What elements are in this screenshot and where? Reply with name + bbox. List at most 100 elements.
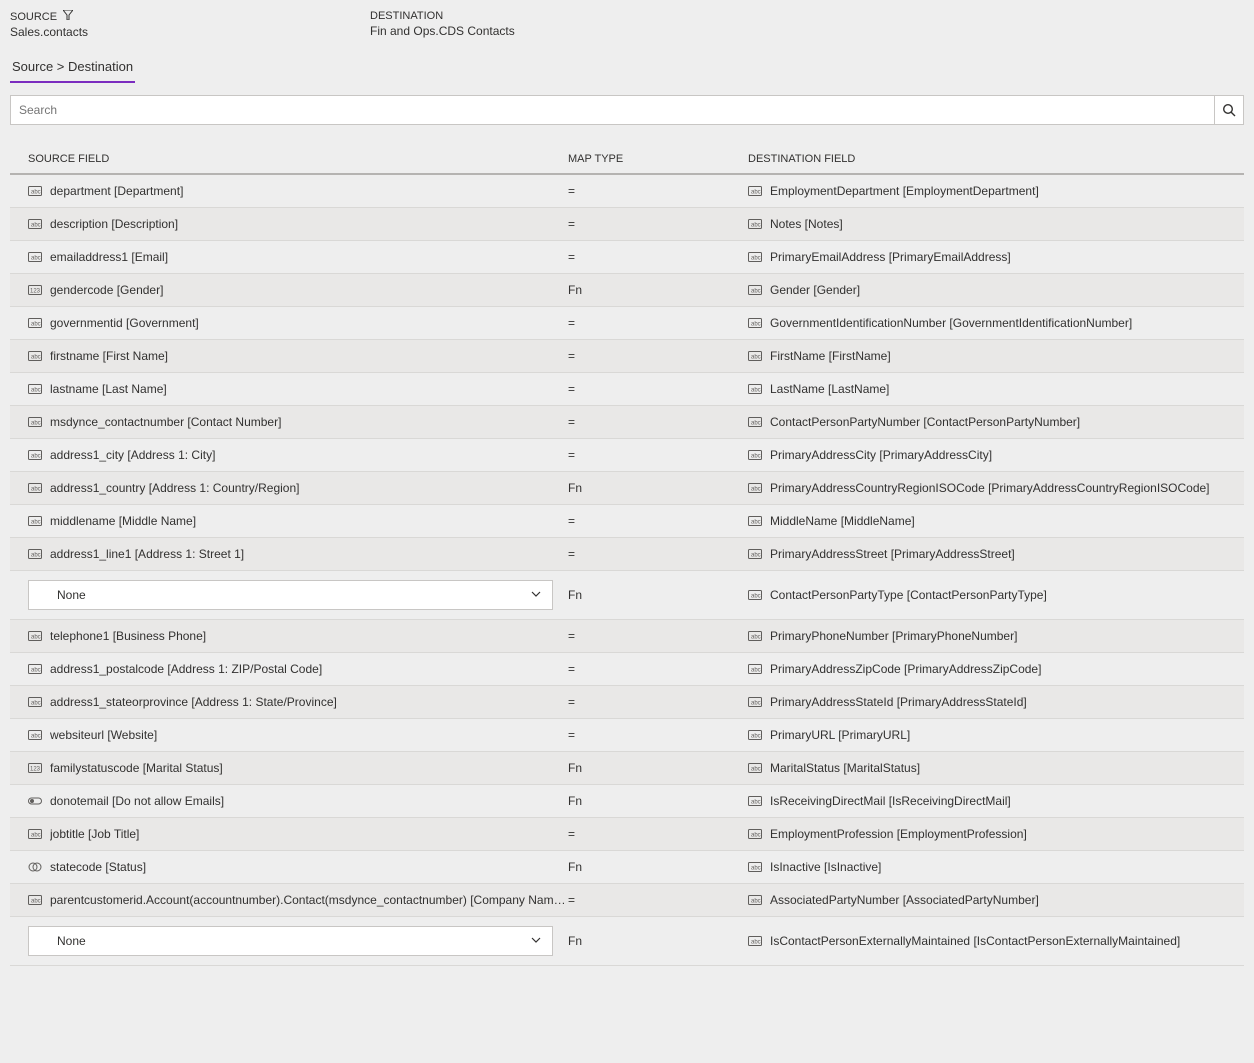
- map-type[interactable]: =: [568, 448, 748, 462]
- dest-field-label: PrimaryAddressStreet [PrimaryAddressStre…: [770, 547, 1015, 561]
- table-row[interactable]: lastname [Last Name]=LastName [LastName]: [10, 373, 1244, 406]
- dest-field-label: PrimaryEmailAddress [PrimaryEmailAddress…: [770, 250, 1011, 264]
- table-row[interactable]: None Fn IsContactPersonExternallyMaintaine…: [10, 917, 1244, 966]
- text-field-icon: [748, 317, 762, 329]
- map-type[interactable]: Fn: [568, 588, 748, 602]
- text-field-icon: [748, 762, 762, 774]
- tab-source-dest[interactable]: Source > Destination: [10, 53, 135, 83]
- map-type[interactable]: Fn: [568, 481, 748, 495]
- search-button[interactable]: [1214, 95, 1244, 125]
- table-row[interactable]: address1_line1 [Address 1: Street 1] = Pri…: [10, 538, 1244, 571]
- map-type[interactable]: =: [568, 893, 748, 907]
- map-type[interactable]: =: [568, 695, 748, 709]
- source-field-select[interactable]: None: [28, 580, 553, 610]
- table-row[interactable]: jobtitle [Job Title]=EmploymentProfessio…: [10, 818, 1244, 851]
- col-source[interactable]: SOURCE FIELD: [28, 153, 568, 165]
- table-row[interactable]: msdynce_contactnumber [Contact Number]=C…: [10, 406, 1244, 439]
- table-row[interactable]: statecode [Status]FnIsInactive [IsInacti…: [10, 851, 1244, 884]
- map-type[interactable]: Fn: [568, 794, 748, 808]
- text-field-icon: [28, 630, 42, 642]
- table-row[interactable]: address1_city [Address 1: City]=PrimaryA…: [10, 439, 1244, 472]
- table-row[interactable]: telephone1 [Business Phone]=PrimaryPhone…: [10, 620, 1244, 653]
- table-row[interactable]: governmentid [Government]=GovernmentIden…: [10, 307, 1244, 340]
- table-row[interactable]: NoneFnContactPersonPartyType [ContactPer…: [10, 571, 1244, 620]
- text-field-icon: [748, 795, 762, 807]
- text-field-icon: [748, 350, 762, 362]
- map-type[interactable]: =: [568, 217, 748, 231]
- map-type[interactable]: =: [568, 728, 748, 742]
- dest-field-label: PrimaryURL [PrimaryURL]: [770, 728, 910, 742]
- select-value: None: [57, 588, 86, 602]
- text-field-icon: [28, 416, 42, 428]
- table-row[interactable]: emailaddress1 [Email]=PrimaryEmailAddres…: [10, 241, 1244, 274]
- map-type[interactable]: =: [568, 827, 748, 841]
- map-type[interactable]: =: [568, 349, 748, 363]
- map-type[interactable]: =: [568, 629, 748, 643]
- source-label: SOURCE: [10, 10, 310, 23]
- table-row[interactable]: middlename [Middle Name]=MiddleName [Mid…: [10, 505, 1244, 538]
- col-map[interactable]: MAP TYPE: [568, 153, 748, 165]
- map-type[interactable]: =: [568, 316, 748, 330]
- map-type[interactable]: Fn: [568, 934, 748, 948]
- source-field-label: description [Description]: [50, 217, 178, 231]
- table-row[interactable]: address1_stateorprovince [Address 1: Sta…: [10, 686, 1244, 719]
- map-type[interactable]: Fn: [568, 761, 748, 775]
- source-field-label: websiteurl [Website]: [50, 728, 157, 742]
- filter-icon[interactable]: [63, 10, 73, 23]
- dest-label: DESTINATION: [370, 10, 670, 22]
- text-field-icon: [28, 828, 42, 840]
- col-dest[interactable]: DESTINATION FIELD: [748, 153, 1226, 165]
- text-field-icon: [748, 696, 762, 708]
- source-field-label: gendercode [Gender]: [50, 283, 163, 297]
- source-field-label: lastname [Last Name]: [50, 382, 167, 396]
- table-row[interactable]: familystatuscode [Marital Status]FnMarit…: [10, 752, 1244, 785]
- map-type[interactable]: =: [568, 662, 748, 676]
- dest-field-label: IsContactPersonExternallyMaintained [IsC…: [770, 934, 1180, 948]
- map-type[interactable]: =: [568, 382, 748, 396]
- table-row[interactable]: department [Department]=EmploymentDepart…: [10, 175, 1244, 208]
- text-field-icon: [28, 482, 42, 494]
- text-field-icon: [748, 729, 762, 741]
- source-field-label: department [Department]: [50, 184, 183, 198]
- source-field-label: address1_stateorprovince [Address 1: Sta…: [50, 695, 337, 709]
- table-row[interactable]: address1_country [Address 1: Country/Reg…: [10, 472, 1244, 505]
- text-field-icon: [748, 383, 762, 395]
- map-type[interactable]: =: [568, 184, 748, 198]
- dest-field-label: PrimaryPhoneNumber [PrimaryPhoneNumber]: [770, 629, 1017, 643]
- map-type[interactable]: Fn: [568, 283, 748, 297]
- table-row[interactable]: address1_postalcode [Address 1: ZIP/Post…: [10, 653, 1244, 686]
- dest-field-label: GovernmentIdentificationNumber [Governme…: [770, 316, 1132, 330]
- dest-field-label: IsReceivingDirectMail [IsReceivingDirect…: [770, 794, 1011, 808]
- map-type[interactable]: =: [568, 415, 748, 429]
- search-input[interactable]: [10, 95, 1244, 125]
- grid-header: SOURCE FIELD MAP TYPE DESTINATION FIELD: [10, 145, 1244, 175]
- option-set-icon: [28, 284, 42, 296]
- map-type[interactable]: =: [568, 547, 748, 561]
- dest-field-label: PrimaryAddressCity [PrimaryAddressCity]: [770, 448, 992, 462]
- mapping-grid: SOURCE FIELD MAP TYPE DESTINATION FIELD …: [10, 145, 1244, 966]
- text-field-icon: [28, 383, 42, 395]
- source-value: Sales.contacts: [10, 25, 310, 39]
- dest-field-label: EmploymentProfession [EmploymentProfessi…: [770, 827, 1027, 841]
- dest-field-label: FirstName [FirstName]: [770, 349, 891, 363]
- table-row[interactable]: parentcustomerid.Account(accountnumber).…: [10, 884, 1244, 917]
- source-field-label: middlename [Middle Name]: [50, 514, 196, 528]
- map-type[interactable]: =: [568, 250, 748, 264]
- table-row[interactable]: gendercode [Gender]FnGender [Gender]: [10, 274, 1244, 307]
- chevron-down-icon: [530, 934, 542, 949]
- source-field-select[interactable]: None: [28, 926, 553, 956]
- map-type[interactable]: =: [568, 514, 748, 528]
- table-row[interactable]: websiteurl [Website] = PrimaryURL [Primary…: [10, 719, 1244, 752]
- map-type[interactable]: Fn: [568, 860, 748, 874]
- option-set-icon: [28, 762, 42, 774]
- text-field-icon: [748, 828, 762, 840]
- source-field-label: firstname [First Name]: [50, 349, 168, 363]
- source-field-label: statecode [Status]: [50, 860, 146, 874]
- table-row[interactable]: firstname [First Name] = FirstName [FirstN…: [10, 340, 1244, 373]
- text-field-icon: [28, 251, 42, 263]
- source-field-label: address1_line1 [Address 1: Street 1]: [50, 547, 244, 561]
- table-row[interactable]: description [Description]=Notes [Notes]: [10, 208, 1244, 241]
- table-row[interactable]: donotemail [Do not allow Emails]FnIsRece…: [10, 785, 1244, 818]
- text-field-icon: [748, 861, 762, 873]
- text-field-icon: [28, 663, 42, 675]
